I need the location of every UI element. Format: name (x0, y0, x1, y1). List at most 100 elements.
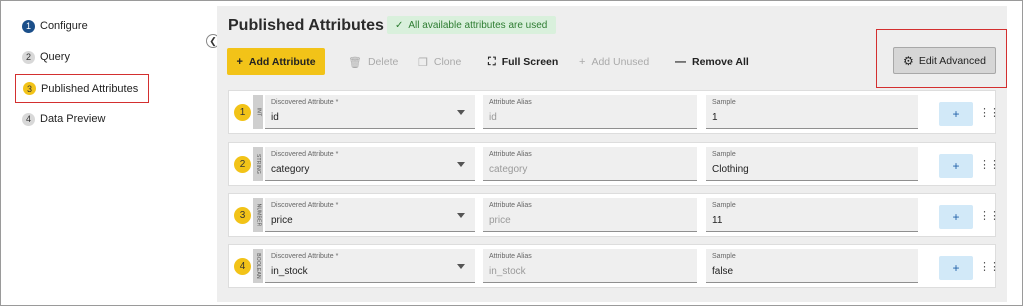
field-value: Clothing (712, 164, 749, 175)
status-badge: ✓ All available attributes are used (387, 16, 557, 34)
discovered-attribute-select[interactable]: Discovered Attribute * id (265, 95, 475, 129)
row-number: 1 (234, 104, 251, 121)
field-label: Sample (712, 99, 736, 106)
type-tag: NUMBER (253, 198, 263, 232)
copy-icon: ❐ (418, 56, 428, 69)
type-label: INT (255, 107, 261, 117)
sample-field[interactable]: Sample Clothing (706, 147, 918, 181)
step-number: 4 (22, 112, 35, 126)
chevron-left-icon: ❮ (209, 35, 217, 46)
type-label: BOOLEAN (255, 253, 262, 279)
plus-icon: + (952, 210, 960, 224)
page-title: Published Attributes (228, 17, 384, 34)
discovered-attribute-select[interactable]: Discovered Attribute * price (265, 198, 475, 232)
plus-icon: + (579, 56, 586, 68)
field-placeholder: category (489, 164, 528, 175)
field-label: Sample (712, 151, 736, 158)
step-data-preview[interactable]: 4 Data Preview (22, 108, 105, 130)
discovered-attribute-select[interactable]: Discovered Attribute * category (265, 147, 475, 181)
add-attribute-button[interactable]: + Add Attribute (227, 48, 325, 75)
plus-icon: + (236, 55, 243, 68)
type-label: STRING (255, 153, 261, 175)
caret-down-icon (457, 264, 465, 269)
field-label: Attribute Alias (489, 202, 532, 209)
published-attributes-panel: Published Attributes ✓ All available att… (217, 6, 1007, 302)
type-tag: INT (253, 95, 263, 129)
add-row-button[interactable]: + (939, 102, 973, 126)
full-screen-label: Full Screen (501, 56, 559, 68)
step-published-attributes[interactable]: 3 Published Attributes (15, 74, 150, 103)
field-label: Attribute Alias (489, 99, 532, 106)
field-value: 1 (712, 112, 718, 123)
drag-handle-icon[interactable]: ⋮⋮ (979, 209, 1000, 222)
field-placeholder: price (489, 215, 511, 226)
discovered-attribute-select[interactable]: Discovered Attribute * in_stock (265, 249, 475, 283)
add-unused-button[interactable]: + Add Unused (579, 50, 649, 74)
step-number: 3 (23, 82, 36, 95)
field-value: category (271, 164, 310, 175)
caret-down-icon (457, 110, 465, 115)
sample-field[interactable]: Sample 1 (706, 95, 918, 129)
field-value: false (712, 266, 734, 277)
sample-field[interactable]: Sample 11 (706, 198, 918, 232)
field-placeholder: id (489, 112, 497, 123)
add-row-button[interactable]: + (939, 256, 973, 280)
field-label: Discovered Attribute * (271, 99, 339, 106)
edit-advanced-label: Edit Advanced (918, 54, 986, 67)
field-placeholder: in_stock (489, 266, 526, 277)
add-row-button[interactable]: + (939, 154, 973, 178)
attribute-row: 2 STRING Discovered Attribute * category… (228, 142, 1000, 186)
add-attribute-label: Add Attribute (248, 55, 316, 68)
full-screen-button[interactable]: ⛶ Full Screen (488, 50, 558, 74)
plus-icon: + (952, 261, 960, 275)
attribute-alias-input[interactable]: Attribute Alias category (483, 147, 697, 181)
delete-button[interactable]: 🗑 Delete (348, 50, 398, 74)
attribute-alias-input[interactable]: Attribute Alias id (483, 95, 697, 129)
drag-handle-icon[interactable]: ⋮⋮ (979, 106, 1000, 119)
wizard-steps: 1 Configure 2 Query 3 Published Attribut… (0, 0, 200, 306)
step-configure[interactable]: 1 Configure (22, 15, 88, 37)
field-label: Sample (712, 253, 736, 260)
check-circle-icon: ✓ (395, 19, 404, 31)
field-label: Sample (712, 202, 736, 209)
sample-field[interactable]: Sample false (706, 249, 918, 283)
minus-icon: — (675, 56, 686, 68)
attribute-row: 1 INT Discovered Attribute * id Attribut… (228, 90, 1000, 134)
step-label: Published Attributes (41, 82, 139, 95)
field-label: Discovered Attribute * (271, 151, 339, 158)
plus-icon: + (952, 159, 960, 173)
plus-icon: + (952, 107, 960, 121)
drag-handle-icon[interactable]: ⋮⋮ (979, 158, 1000, 171)
type-tag: BOOLEAN (253, 249, 263, 283)
step-number: 2 (22, 50, 35, 64)
clone-label: Clone (433, 56, 462, 68)
step-label: Configure (40, 20, 88, 32)
fullscreen-icon: ⛶ (488, 55, 496, 68)
field-label: Discovered Attribute * (271, 253, 339, 260)
attribute-row: 3 NUMBER Discovered Attribute * price At… (228, 193, 1000, 237)
remove-all-button[interactable]: — Remove All (675, 50, 749, 74)
type-label: NUMBER (255, 203, 261, 227)
field-label: Attribute Alias (489, 151, 532, 158)
field-value: 11 (712, 215, 723, 226)
field-label: Discovered Attribute * (271, 202, 339, 209)
step-label: Data Preview (40, 113, 106, 125)
drag-handle-icon[interactable]: ⋮⋮ (979, 260, 1000, 273)
attribute-alias-input[interactable]: Attribute Alias in_stock (483, 249, 697, 283)
field-value: id (271, 112, 279, 123)
edit-advanced-button[interactable]: ⚙ Edit Advanced (893, 47, 996, 74)
trash-icon: 🗑 (348, 56, 362, 69)
row-number: 4 (234, 258, 251, 275)
status-message: All available attributes are used (408, 19, 548, 31)
remove-all-label: Remove All (692, 56, 749, 68)
row-number: 2 (234, 156, 251, 173)
clone-button[interactable]: ❐ Clone (418, 50, 461, 74)
step-label: Query (40, 51, 70, 63)
step-query[interactable]: 2 Query (22, 46, 70, 68)
field-label: Attribute Alias (489, 253, 532, 260)
add-row-button[interactable]: + (939, 205, 973, 229)
field-value: in_stock (271, 266, 308, 277)
field-value: price (271, 215, 293, 226)
attribute-alias-input[interactable]: Attribute Alias price (483, 198, 697, 232)
add-unused-label: Add Unused (591, 56, 650, 68)
